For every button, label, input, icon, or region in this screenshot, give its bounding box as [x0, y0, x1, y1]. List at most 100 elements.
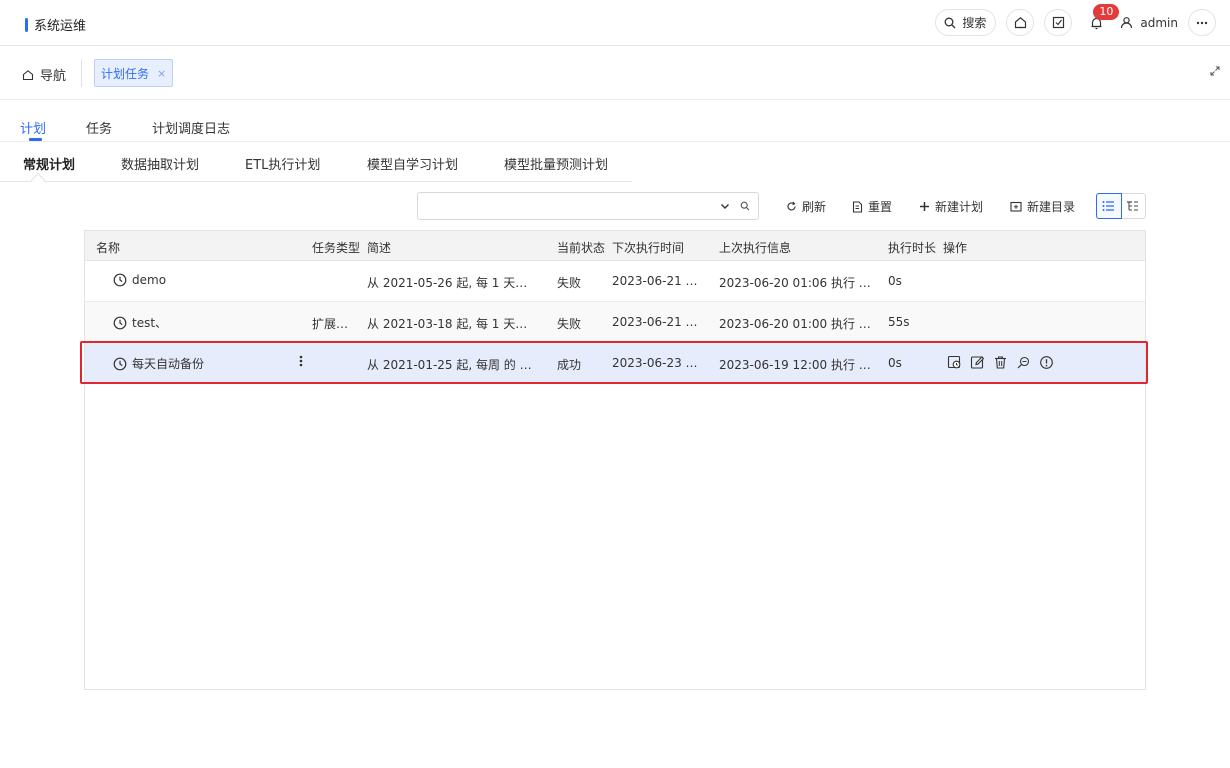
row-more-menu[interactable]	[299, 355, 303, 367]
history-icon[interactable]	[947, 355, 962, 370]
col-duration[interactable]: 执行时长	[888, 239, 936, 256]
reset-label: 重置	[868, 200, 893, 214]
edit-icon[interactable]	[970, 355, 985, 370]
subtab-etl-plan[interactable]: ETL执行计划	[245, 154, 320, 173]
home-icon	[1014, 17, 1026, 29]
tab-schedule-log[interactable]: 计划调度日志	[152, 118, 230, 137]
tab-nav-bar: 导航 计划任务 ×	[0, 46, 1230, 100]
description: 从 2021-05-26 起, 每 1 天…	[367, 276, 528, 290]
open-tab-plan-task[interactable]: 计划任务 ×	[94, 59, 174, 87]
table-row-selected[interactable]: 每天自动备份 从 2021-01-25 起, 每周 的 … 成功 2023-06…	[85, 343, 1145, 384]
clock-icon	[113, 357, 127, 370]
app-brand[interactable]: 系统运维	[25, 15, 86, 34]
nav-home[interactable]: 导航	[22, 65, 66, 84]
duration: 55s	[888, 315, 910, 329]
col-status[interactable]: 当前状态	[557, 239, 605, 256]
top-header: 系统运维 搜索 10 admin	[0, 0, 1230, 46]
active-tab-indicator	[29, 138, 42, 141]
next-run: 2023-06-21 …	[612, 315, 698, 329]
plan-type-tabs: 常规计划 数据抽取计划 ETL执行计划 模型自学习计划 模型批量预测计划	[0, 142, 632, 188]
reset-doc-icon	[852, 200, 863, 213]
home-icon	[22, 69, 34, 80]
new-folder-icon	[1010, 201, 1022, 212]
list-view-button[interactable]	[1096, 193, 1122, 219]
open-tab-label: 计划任务	[101, 66, 150, 81]
row-name-cell[interactable]: demo	[113, 273, 166, 287]
main-tabs: 计划 任务 计划调度日志	[0, 100, 1230, 142]
search-log-icon[interactable]	[1016, 355, 1031, 370]
row-actions	[947, 355, 1062, 370]
plan-name: demo	[132, 273, 167, 287]
info-icon[interactable]	[1039, 355, 1054, 370]
table-row[interactable]: demo 从 2021-05-26 起, 每 1 天… 失败 2023-06-2…	[85, 261, 1145, 302]
notifications-button[interactable]: 10	[1082, 4, 1120, 36]
row-name-cell[interactable]: test、	[113, 314, 167, 331]
table-row[interactable]: test、 扩展… 从 2021-03-18 起, 每 1 天… 失败 2023…	[85, 302, 1145, 343]
search-label: 搜索	[962, 16, 987, 30]
new-plan-label: 新建计划	[935, 200, 984, 214]
plan-search-input[interactable]	[426, 197, 706, 215]
table-header: 名称 任务类型 简述 当前状态 下次执行时间 上次执行信息 执行时长 操作	[85, 231, 1145, 261]
search-icon	[944, 17, 956, 28]
username: admin	[1140, 15, 1178, 30]
tab-task[interactable]: 任务	[86, 118, 112, 137]
subtab-regular-plan[interactable]: 常规计划	[23, 154, 75, 173]
nav-home-label: 导航	[40, 69, 67, 84]
list-icon	[1102, 201, 1115, 211]
col-name[interactable]: 名称	[96, 239, 120, 256]
refresh-icon	[787, 201, 796, 211]
reset-button[interactable]: 重置	[852, 198, 892, 215]
task-type: 扩展…	[312, 317, 349, 331]
subtab-model-predict-plan[interactable]: 模型批量预测计划	[504, 154, 608, 173]
header-actions: 搜索 10 admin	[925, 4, 1216, 36]
clock-icon	[113, 273, 127, 287]
app-title: 系统运维	[34, 19, 87, 34]
plan-search-combobox[interactable]	[417, 192, 759, 220]
new-directory-button[interactable]: 新建目录	[1010, 198, 1075, 215]
new-plan-button[interactable]: 新建计划	[919, 198, 983, 215]
more-horizontal-icon	[1196, 21, 1208, 24]
subtab-model-learning-plan[interactable]: 模型自学习计划	[367, 154, 458, 173]
tab-plan[interactable]: 计划	[20, 118, 46, 137]
active-subtab-caret	[30, 172, 46, 188]
col-actions: 操作	[943, 241, 968, 255]
status: 失败	[557, 276, 582, 290]
plan-name: 每天自动备份	[132, 357, 205, 371]
user-menu[interactable]: admin	[1120, 16, 1178, 30]
delete-icon[interactable]	[993, 355, 1008, 370]
col-description[interactable]: 简述	[367, 239, 391, 256]
last-run: 2023-06-20 01:00 执行 …	[719, 317, 871, 331]
todo-button[interactable]	[1044, 9, 1073, 36]
notification-badge: 10	[1093, 4, 1120, 20]
new-directory-label: 新建目录	[1027, 200, 1076, 214]
tree-icon	[1127, 201, 1139, 211]
refresh-button[interactable]: 刷新	[786, 198, 826, 215]
clock-icon	[113, 316, 127, 329]
tree-view-button[interactable]	[1121, 194, 1145, 218]
plan-name: test、	[132, 316, 168, 330]
home-button[interactable]	[1006, 9, 1035, 36]
col-last-run[interactable]: 上次执行信息	[719, 239, 791, 256]
more-menu-button[interactable]	[1188, 9, 1216, 36]
global-search-button[interactable]: 搜索	[935, 9, 997, 36]
col-next-run[interactable]: 下次执行时间	[612, 239, 684, 256]
plus-icon	[920, 202, 929, 211]
next-run: 2023-06-23 …	[612, 356, 698, 370]
row-name-cell[interactable]: 每天自动备份	[113, 355, 204, 372]
fullscreen-button[interactable]	[1210, 66, 1220, 76]
refresh-label: 刷新	[802, 200, 827, 214]
status: 成功	[557, 358, 582, 372]
close-tab-icon[interactable]: ×	[157, 67, 166, 80]
chevron-down-icon[interactable]	[720, 201, 730, 211]
divider	[81, 59, 82, 87]
view-mode-toggle	[1096, 193, 1146, 219]
description: 从 2021-03-18 起, 每 1 天…	[367, 317, 528, 331]
search-icon[interactable]	[740, 201, 750, 211]
duration: 0s	[888, 274, 902, 288]
brand-mark	[25, 17, 28, 32]
last-run: 2023-06-20 01:06 执行 …	[719, 276, 871, 290]
col-task-type[interactable]: 任务类型	[312, 239, 360, 256]
last-run: 2023-06-19 12:00 执行 …	[719, 358, 871, 372]
subtab-data-extract-plan[interactable]: 数据抽取计划	[121, 154, 199, 173]
checklist-icon	[1052, 16, 1064, 29]
